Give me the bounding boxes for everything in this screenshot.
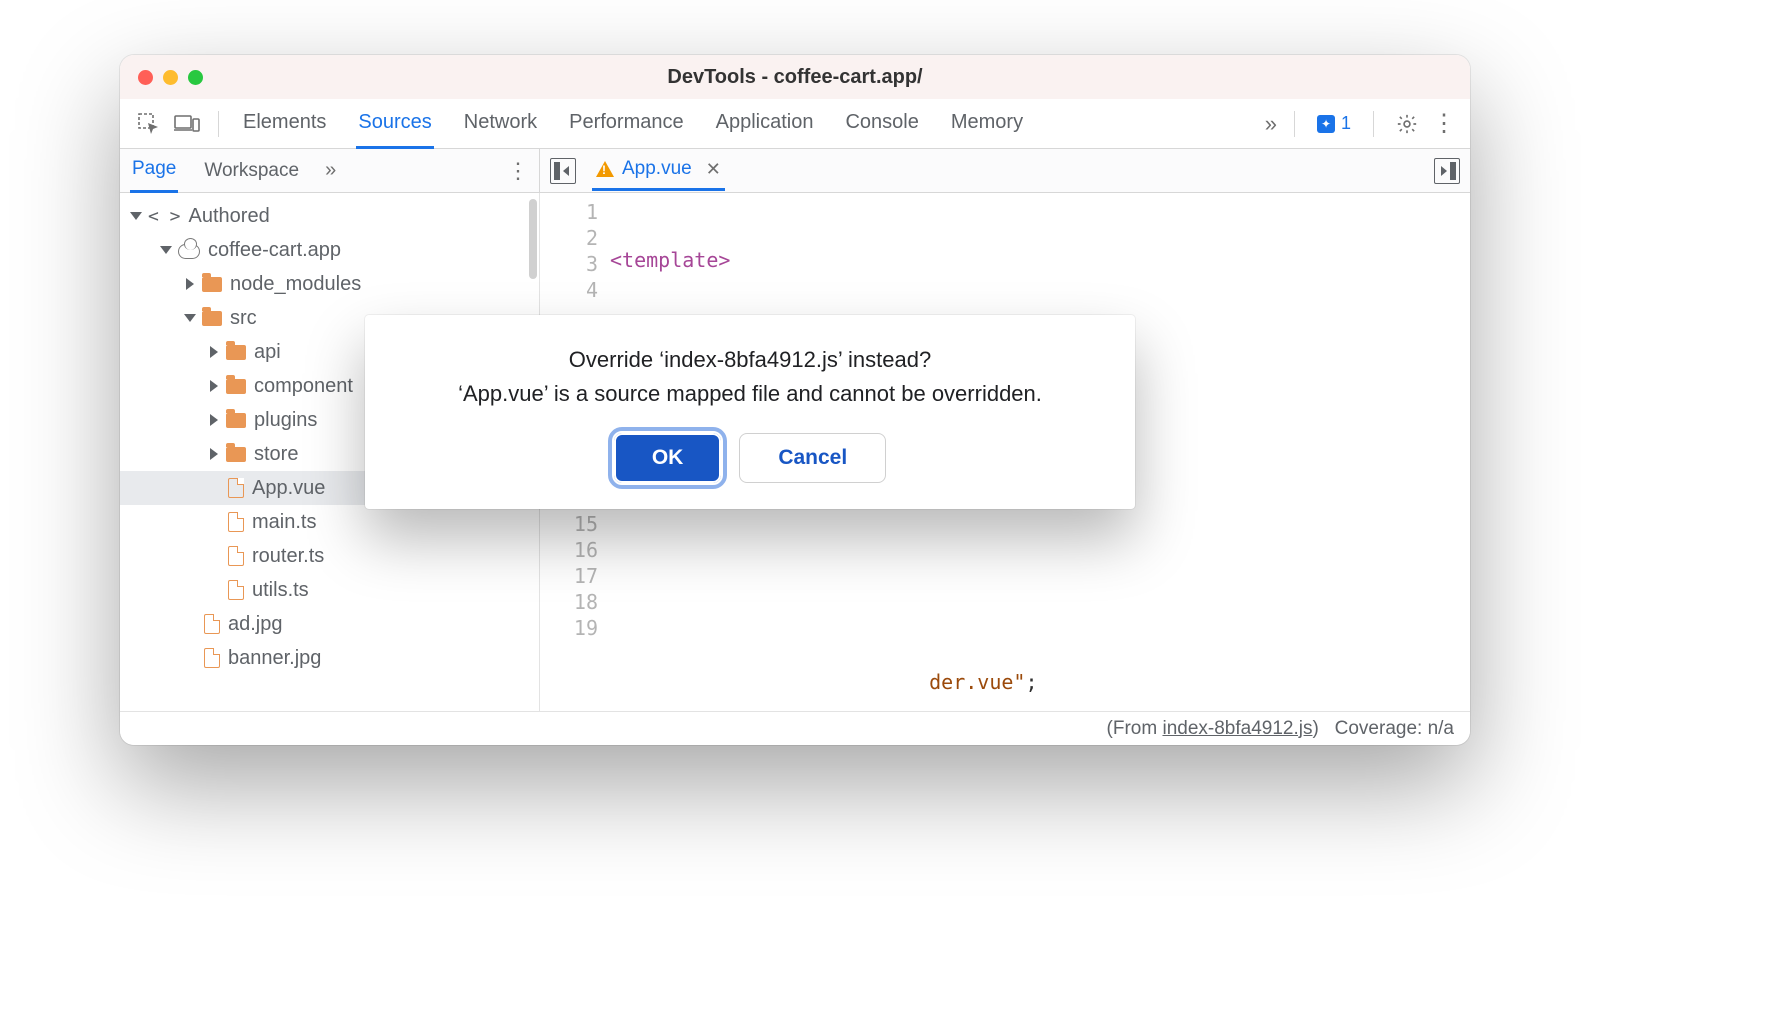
sourcemap-origin: (From index-8bfa4912.js) Coverage: n/a [1107,718,1454,740]
close-tab-icon[interactable]: ✕ [706,159,721,180]
tab-sources[interactable]: Sources [356,99,433,149]
folder-icon [202,311,222,326]
toggle-debugger-icon[interactable] [1434,158,1460,184]
ok-button[interactable]: OK [614,433,722,483]
panel-tabs: Elements Sources Network Performance App… [241,99,1257,149]
tree-scrollbar[interactable] [529,199,537,279]
issues-count: 1 [1341,113,1351,134]
file-tab-app-vue[interactable]: App.vue ✕ [592,150,725,191]
tree-main-label: main.ts [252,511,316,534]
file-icon [204,614,220,634]
tree-banner-jpg[interactable]: banner.jpg [120,641,539,675]
file-icon [228,546,244,566]
tree-plugins-label: plugins [254,409,317,432]
tree-site-label: coffee-cart.app [208,239,341,262]
navigator-kebab-icon[interactable]: ⋮ [507,158,529,184]
tree-app-label: App.vue [252,477,325,500]
tab-memory[interactable]: Memory [949,99,1025,149]
sourcemap-link[interactable]: index-8bfa4912.js [1162,718,1312,739]
folder-icon [202,277,222,292]
warning-icon [596,161,614,177]
issue-icon: ✦ [1317,115,1335,133]
issues-badge[interactable]: ✦ 1 [1317,113,1351,134]
tree-ad-jpg[interactable]: ad.jpg [120,607,539,641]
inspect-element-icon[interactable] [134,109,164,139]
tree-utils-ts[interactable]: utils.ts [120,573,539,607]
tree-components-label: component [254,375,353,398]
dialog-line-2: ‘App.vue’ is a source mapped file and ca… [391,377,1109,411]
folder-icon [226,345,246,360]
file-icon [228,478,244,498]
sources-subbar: Page Workspace » ⋮ App.vue ✕ [120,149,1470,193]
tree-authored-label: Authored [189,205,270,228]
coverage-status: Coverage: n/a [1335,718,1454,739]
device-toolbar-icon[interactable] [172,109,202,139]
tree-router-ts[interactable]: router.ts [120,539,539,573]
tree-site[interactable]: coffee-cart.app [120,233,539,267]
more-tabs-icon[interactable]: » [1265,111,1272,137]
tree-utils-label: utils.ts [252,579,309,602]
more-subtabs-icon[interactable]: » [325,159,331,182]
tab-elements[interactable]: Elements [241,99,328,149]
file-icon [204,648,220,668]
tree-router-label: router.ts [252,545,324,568]
tree-api-label: api [254,341,281,364]
file-icon [228,580,244,600]
tree-src-label: src [230,307,257,330]
folder-icon [226,413,246,428]
devtools-toolbar: Elements Sources Network Performance App… [120,99,1470,149]
cloud-icon [178,244,200,259]
tree-banner-label: banner.jpg [228,647,321,670]
tree-nm-label: node_modules [230,273,361,296]
dialog-line-1: Override ‘index-8bfa4912.js’ instead? [391,343,1109,377]
override-confirm-dialog: Override ‘index-8bfa4912.js’ instead? ‘A… [365,315,1135,509]
folder-icon [226,447,246,462]
tab-performance[interactable]: Performance [567,99,686,149]
tree-store-label: store [254,443,298,466]
toggle-navigator-icon[interactable] [550,158,576,184]
tree-authored[interactable]: < >Authored [120,199,539,233]
tab-network[interactable]: Network [462,99,539,149]
file-icon [228,512,244,532]
tree-main-ts[interactable]: main.ts [120,505,539,539]
file-tab-label: App.vue [622,158,692,180]
subtab-page[interactable]: Page [130,148,178,193]
tree-ad-label: ad.jpg [228,613,283,636]
cancel-button[interactable]: Cancel [739,433,886,483]
window-title: DevTools - coffee-cart.app/ [120,66,1470,89]
tab-application[interactable]: Application [714,99,816,149]
subtab-workspace[interactable]: Workspace [202,150,301,192]
folder-icon [226,379,246,394]
titlebar: DevTools - coffee-cart.app/ [120,55,1470,99]
tab-console[interactable]: Console [843,99,920,149]
settings-gear-icon[interactable] [1396,113,1418,135]
tree-node-modules[interactable]: node_modules [120,267,539,301]
